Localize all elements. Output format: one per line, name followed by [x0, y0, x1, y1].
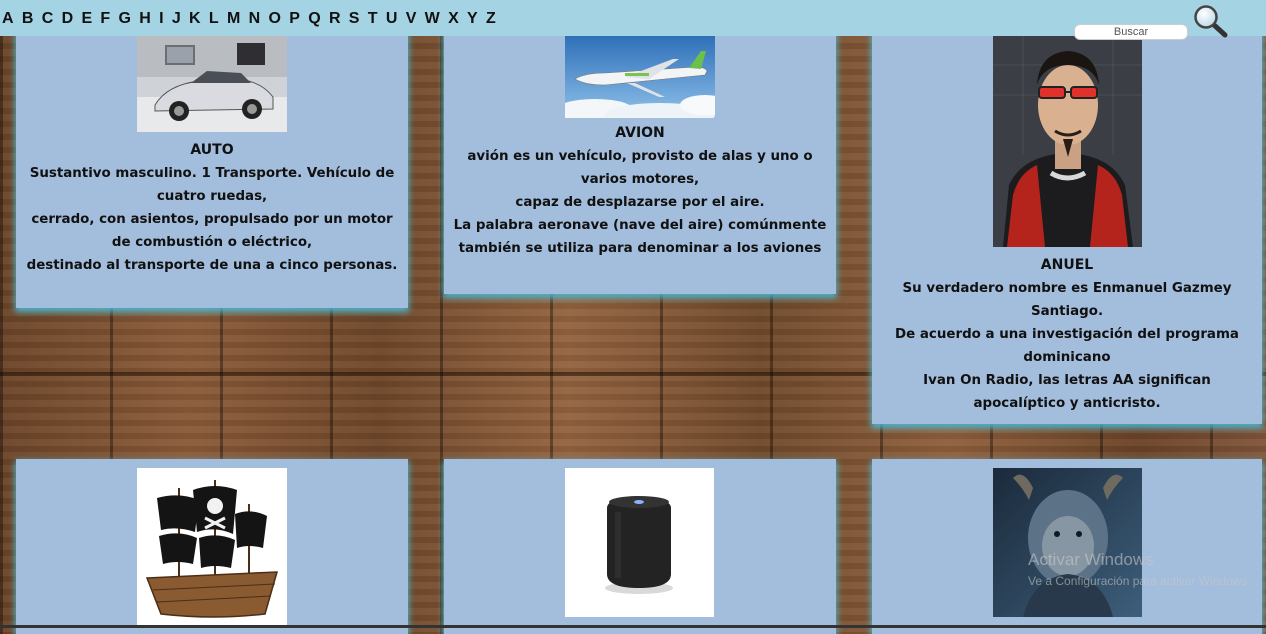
- letter-link-o[interactable]: O: [268, 10, 280, 28]
- word-card-anuel: ANUEL Su verdadero nombre es Enmanuel Ga…: [872, 30, 1262, 424]
- word-definition: avión es un vehículo, provisto de alas y…: [453, 149, 827, 256]
- beast-image: [993, 468, 1142, 617]
- airplane-image: [565, 35, 715, 118]
- letter-link-a[interactable]: A: [2, 10, 14, 28]
- watermark-subtitle: Ve a Configuración para activar Windows.: [1028, 574, 1251, 588]
- letter-link-z[interactable]: Z: [486, 10, 496, 28]
- alphabet-nav: A B C D E F G H I J K L M N O P Q R S T …: [2, 10, 504, 28]
- word-definition: Sustantivo masculino. 1 Transporte. Vehí…: [26, 166, 398, 273]
- letter-link-p[interactable]: P: [289, 10, 300, 28]
- letter-link-n[interactable]: N: [249, 10, 261, 28]
- letter-link-j[interactable]: J: [172, 10, 181, 28]
- letter-link-b[interactable]: B: [22, 10, 34, 28]
- letter-link-l[interactable]: L: [209, 10, 219, 28]
- letter-link-u[interactable]: U: [386, 10, 398, 28]
- letter-link-t[interactable]: T: [368, 10, 378, 28]
- word-title: AVION: [615, 125, 665, 141]
- search-button[interactable]: [1192, 4, 1230, 38]
- word-card-auto: AUTO Sustantivo masculino. 1 Transporte.…: [16, 30, 408, 308]
- letter-link-w[interactable]: W: [425, 10, 440, 28]
- word-card-beast: [872, 459, 1262, 634]
- watermark-title: Activar Windows: [1028, 550, 1154, 569]
- letter-link-s[interactable]: S: [349, 10, 360, 28]
- letter-link-r[interactable]: R: [329, 10, 341, 28]
- letter-link-c[interactable]: C: [42, 10, 54, 28]
- windows-activation-watermark: Activar Windows Ve a Configuración para …: [1028, 550, 1251, 588]
- letter-link-g[interactable]: G: [118, 10, 130, 28]
- search-input[interactable]: [1075, 25, 1187, 39]
- letter-link-f[interactable]: F: [100, 10, 110, 28]
- letter-link-m[interactable]: M: [227, 10, 240, 28]
- pirate-ship-image: [137, 468, 287, 628]
- word-definition: Su verdadero nombre es Enmanuel Gazmey S…: [895, 281, 1239, 411]
- letter-link-x[interactable]: X: [448, 10, 459, 28]
- magnifier-icon: [1194, 5, 1228, 38]
- smart-speaker-image: [565, 468, 714, 617]
- car-image: [137, 35, 287, 132]
- letter-link-y[interactable]: Y: [467, 10, 478, 28]
- letter-link-h[interactable]: H: [139, 10, 151, 28]
- letter-link-e[interactable]: E: [81, 10, 92, 28]
- letter-link-q[interactable]: Q: [308, 10, 320, 28]
- letter-link-i[interactable]: I: [159, 10, 163, 28]
- word-card-avion: AVION avión es un vehículo, provisto de …: [444, 30, 836, 294]
- letter-link-k[interactable]: K: [189, 10, 201, 28]
- person-image: [993, 35, 1142, 247]
- letter-link-v[interactable]: V: [406, 10, 417, 28]
- word-card-speaker: [444, 459, 836, 634]
- letter-link-d[interactable]: D: [62, 10, 74, 28]
- word-title: AUTO: [190, 142, 234, 158]
- word-title: ANUEL: [1040, 257, 1094, 273]
- word-card-ship: [16, 459, 408, 634]
